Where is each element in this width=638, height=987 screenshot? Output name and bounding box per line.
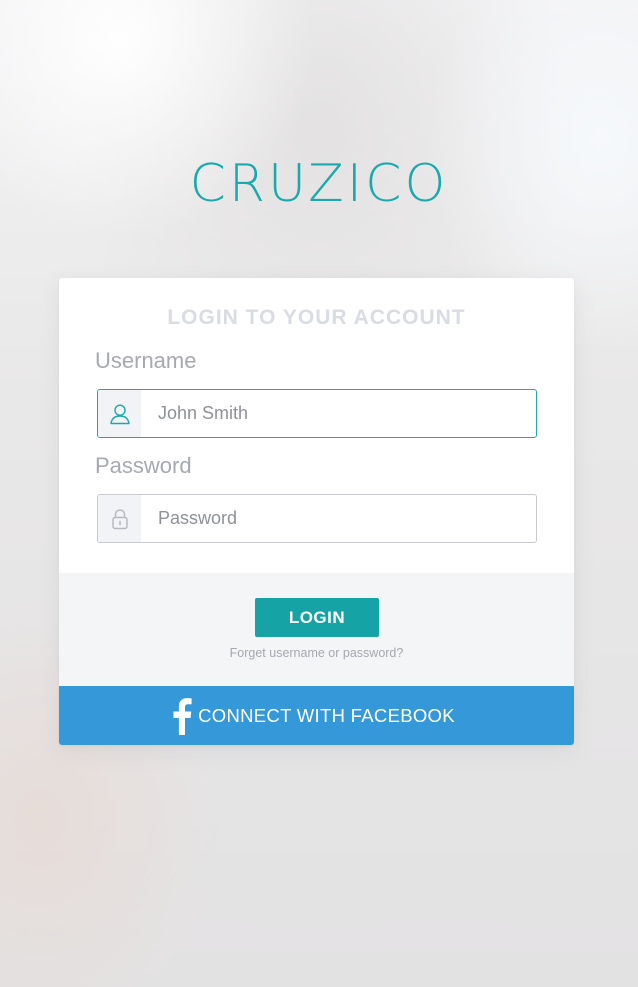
login-card: LOGIN TO YOUR ACCOUNT Username Password … <box>59 278 574 745</box>
password-label: Password <box>95 453 192 478</box>
password-input[interactable] <box>141 495 536 542</box>
username-field[interactable] <box>97 389 537 438</box>
facebook-icon <box>172 697 192 735</box>
password-field[interactable] <box>97 494 537 543</box>
facebook-button-label: CONNECT WITH FACEBOOK <box>198 704 455 726</box>
facebook-connect-button[interactable]: CONNECT WITH FACEBOOK <box>59 686 574 745</box>
username-input[interactable] <box>141 390 536 437</box>
brand-logo: CRUZICO <box>189 154 449 214</box>
lock-icon <box>98 495 141 542</box>
login-button[interactable]: LOGIN <box>255 598 379 637</box>
user-icon <box>98 390 141 437</box>
username-label: Username <box>95 348 197 373</box>
login-card-title: LOGIN TO YOUR ACCOUNT <box>167 306 466 329</box>
forgot-password-link[interactable]: Forget username or password? <box>59 645 574 661</box>
login-actions-panel: LOGIN Forget username or password? <box>59 573 574 686</box>
